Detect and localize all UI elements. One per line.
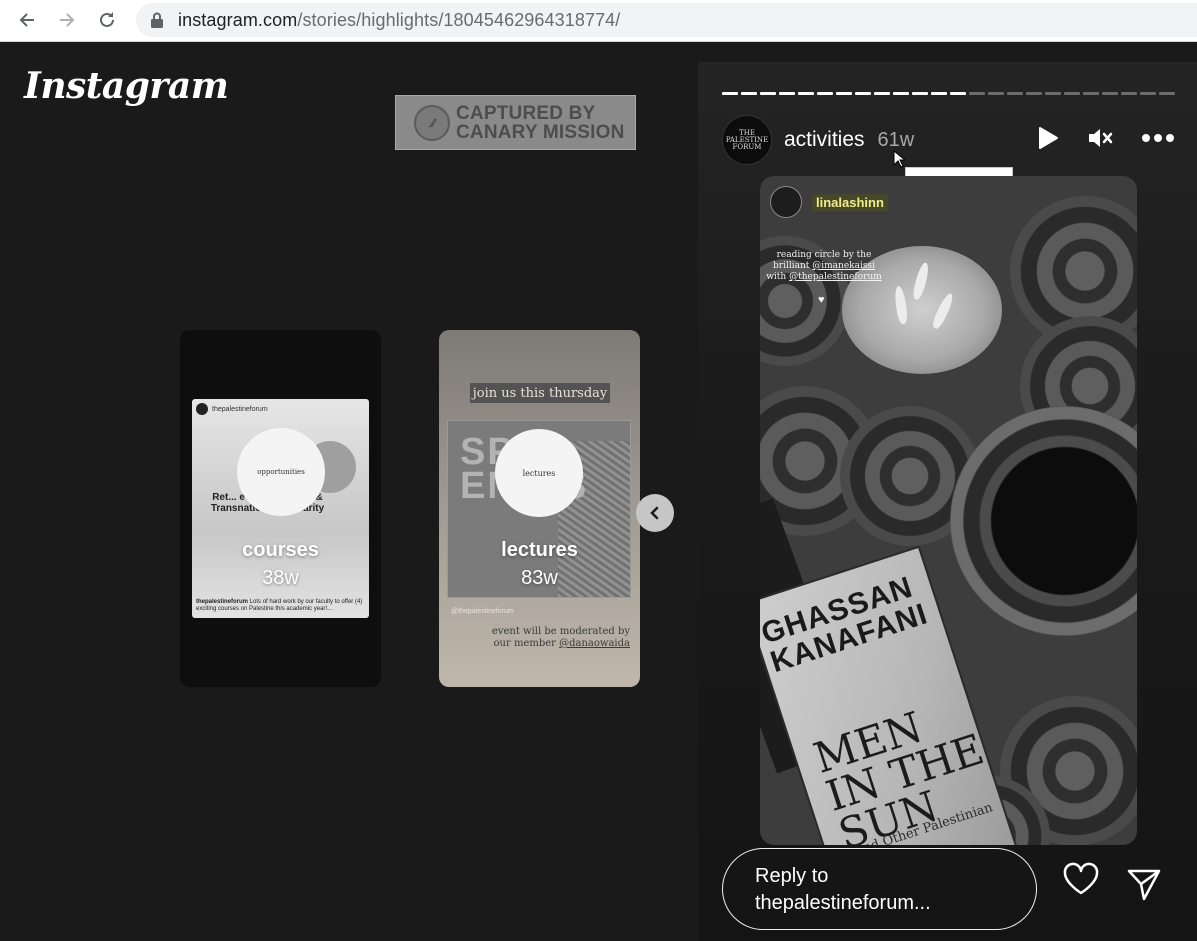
preview-header: thepalestineforum: [196, 403, 268, 415]
progress-segment: [950, 92, 966, 95]
instagram-logo[interactable]: Instagram: [24, 65, 229, 107]
highlight-card-courses[interactable]: thepalestineforum Ret... e Colonialism..…: [180, 330, 381, 687]
progress-segment: [912, 92, 928, 95]
progress-segment: [722, 92, 738, 95]
progress-segment: [779, 92, 795, 95]
caption-prefix: with: [766, 272, 787, 282]
more-icon[interactable]: [1141, 133, 1175, 143]
caption-heart-icon: ♥: [818, 294, 825, 306]
story-viewer: THE PALESTINE FORUM activities 61w Mar 2…: [698, 62, 1197, 941]
reply-placeholder-line-1: Reply to: [755, 865, 829, 887]
progress-segment: [1102, 92, 1118, 95]
story-media[interactable]: GHASSAN KANAFANI MEN IN THE SUN and Othe…: [760, 176, 1137, 845]
caption-mention[interactable]: @imanekaissi: [812, 261, 875, 271]
progress-segment: [969, 92, 985, 95]
preview-caption: thepalestineforum Lots of hard work by o…: [196, 599, 366, 613]
previous-highlight-button[interactable]: [636, 494, 674, 532]
sticker-username[interactable]: linalashinn: [812, 193, 888, 211]
progress-segment: [855, 92, 871, 95]
dates-bowl: [950, 406, 1137, 636]
highlights-pane: Instagram CAPTURED BY CANARY MISSION the…: [0, 43, 698, 941]
mute-icon[interactable]: [1087, 126, 1113, 150]
highlight-age: 38w: [262, 567, 299, 589]
story-caption: reading circle by the brilliant @imaneka…: [760, 250, 888, 283]
story-progress-bar: [722, 92, 1175, 95]
canary-mission-watermark: CAPTURED BY CANARY MISSION: [395, 95, 636, 150]
story-age[interactable]: 61w: [878, 129, 915, 152]
progress-segment: [988, 92, 1004, 95]
preview-handle: @thepalestineforum: [451, 608, 514, 615]
address-bar[interactable]: instagram.com/stories/highlights/1804546…: [136, 3, 1197, 37]
progress-segment: [1045, 92, 1061, 95]
watermark-text: CAPTURED BY CANARY MISSION: [456, 104, 625, 142]
mouse-cursor-icon: [893, 150, 905, 168]
sticker-avatar: [770, 186, 802, 218]
preview-note-line-2: our member @danaowaida: [492, 638, 630, 650]
progress-segment: [1026, 92, 1042, 95]
preview-caption-handle: thepalestineforum: [196, 599, 249, 605]
story-title[interactable]: activities: [784, 128, 865, 152]
mention-sticker-header: linalashinn: [770, 186, 888, 218]
reload-icon: [100, 12, 114, 27]
candle-flame: [930, 291, 956, 331]
progress-segment: [1083, 92, 1099, 95]
progress-segment: [760, 92, 776, 95]
caption-mention[interactable]: @thepalestineforum: [789, 272, 882, 282]
caption-line-1: reading circle by the: [776, 250, 872, 260]
back-arrow-icon: [19, 13, 34, 27]
send-icon[interactable]: [1126, 868, 1162, 902]
progress-segment: [1159, 92, 1175, 95]
reply-input[interactable]: Reply to thepalestineforum...: [722, 848, 1037, 930]
progress-segment: [741, 92, 757, 95]
progress-segment: [836, 92, 852, 95]
candle-flame: [911, 261, 931, 301]
forward-button[interactable]: [47, 0, 87, 40]
heart-icon[interactable]: [1062, 862, 1100, 896]
progress-segment: [798, 92, 814, 95]
preview-note-line-1: event will be moderated by: [491, 626, 630, 637]
lock-icon: [151, 12, 163, 28]
preview-banner: join us this thursday: [470, 383, 610, 403]
url-text: instagram.com/stories/highlights/1804546…: [178, 10, 620, 31]
highlight-cover-circle: opportunities: [237, 428, 325, 516]
caption-line-2: brilliant @imanekaissi: [760, 261, 888, 272]
caption-line-3: with @thepalestineforum: [760, 272, 888, 283]
play-icon[interactable]: [1037, 126, 1059, 150]
reload-button[interactable]: [87, 0, 127, 40]
progress-segment: [893, 92, 909, 95]
browser-toolbar: instagram.com/stories/highlights/1804546…: [0, 0, 1197, 42]
progress-segment: [931, 92, 947, 95]
url-path: /stories/highlights/18045462964318774/: [297, 9, 621, 30]
highlight-age: 83w: [521, 567, 558, 589]
progress-segment: [874, 92, 890, 95]
highlight-cover-circle: lectures: [495, 429, 583, 517]
watermark-line-2: CANARY MISSION: [456, 121, 625, 143]
preview-note: event will be moderated by our member @d…: [492, 626, 630, 650]
preview-handle: thepalestineforum: [212, 405, 268, 413]
preview-avatar: [196, 403, 208, 415]
story-avatar[interactable]: THE PALESTINE FORUM: [722, 115, 772, 165]
chevron-left-icon: [650, 506, 659, 520]
reply-placeholder-line-2: thepalestineforum...: [755, 892, 931, 914]
highlight-card-lectures[interactable]: join us this thursday SPA ENG S @thepale…: [439, 330, 640, 687]
progress-segment: [1121, 92, 1137, 95]
candle-flame: [893, 285, 909, 325]
highlight-title: lectures: [501, 539, 578, 561]
progress-segment: [1064, 92, 1080, 95]
canary-seal-icon: [414, 104, 450, 141]
back-button[interactable]: [7, 0, 47, 40]
progress-segment: [1140, 92, 1156, 95]
story-controls: [1037, 126, 1175, 150]
preview-note-prefix: our member: [493, 638, 556, 649]
caption-prefix: brilliant: [773, 261, 810, 271]
progress-segment: [1007, 92, 1023, 95]
preview-note-mention: @danaowaida: [559, 638, 630, 649]
forward-arrow-icon: [60, 13, 75, 27]
progress-segment: [817, 92, 833, 95]
story-header: THE PALESTINE FORUM activities 61w: [722, 114, 1175, 166]
highlight-title: courses: [242, 539, 319, 561]
url-host: instagram.com: [178, 9, 298, 30]
watermark-line-1: CAPTURED BY: [456, 102, 596, 124]
